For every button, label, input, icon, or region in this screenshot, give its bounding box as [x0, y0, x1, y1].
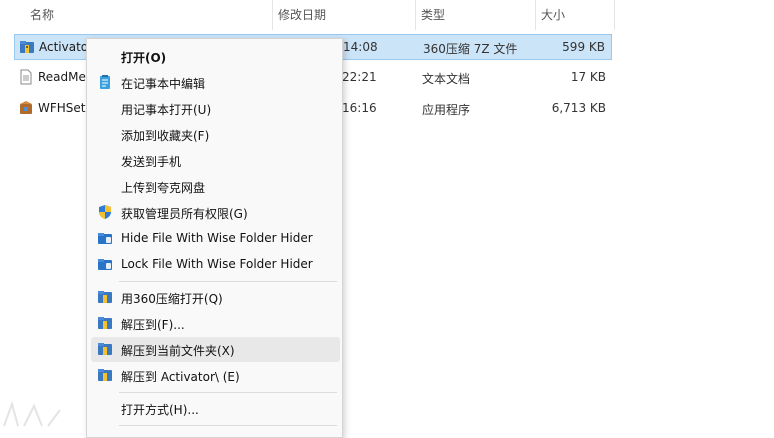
menu-separator — [119, 281, 337, 282]
menu-item-label: 发送到手机 — [121, 155, 182, 169]
menu-item-open-with-360zip[interactable]: 用360压缩打开(Q) — [91, 285, 340, 310]
menu-item-label: 添加到收藏夹(F) — [121, 129, 210, 143]
menu-item-label: 在记事本中编辑 — [121, 77, 206, 91]
menu-item-label: 解压到(F)... — [121, 318, 185, 332]
column-size[interactable]: 大小 — [541, 6, 565, 23]
file-date: 14:08 — [343, 40, 378, 54]
menu-separator — [119, 425, 337, 426]
menu-item-extract-to[interactable]: 解压到(F)... — [91, 311, 340, 336]
file-date: 16:16 — [342, 101, 377, 115]
file-type: 文本文档 — [422, 72, 471, 86]
menu-item-extract-to-folder[interactable]: 解压到 Activator\ (E) — [91, 363, 340, 388]
shield-icon — [99, 205, 111, 219]
text-file-icon — [20, 69, 32, 85]
file-name: WFHSetu — [38, 101, 94, 115]
column-divider[interactable] — [415, 0, 416, 30]
file-type: 360压缩 7Z 文件 — [423, 42, 518, 56]
menu-item-send-to-phone[interactable]: 发送到手机 — [91, 148, 340, 173]
menu-item-lock-file-wise[interactable]: Lock File With Wise Folder Hider — [91, 252, 340, 277]
menu-item-label: 用记事本打开(U) — [121, 103, 212, 117]
file-size: 599 KB — [562, 40, 605, 54]
menu-separator — [119, 392, 337, 393]
column-divider[interactable] — [535, 0, 536, 30]
menu-item-label: Lock File With Wise Folder Hider — [121, 257, 313, 271]
menu-item-label: 打开方式(H)... — [121, 403, 199, 417]
menu-item-label: 获取管理员所有权限(G) — [121, 207, 248, 221]
column-divider[interactable] — [614, 0, 615, 30]
wise-folder-hider-icon — [98, 233, 112, 244]
360-zip-icon — [98, 291, 112, 303]
column-date[interactable]: 修改日期 — [278, 6, 326, 23]
menu-item-open-with[interactable]: 打开方式(H)... — [91, 396, 340, 421]
menu-item-label: 用360压缩打开(Q) — [121, 292, 223, 306]
file-name: Activato — [39, 40, 89, 54]
menu-item-label: 解压到 Activator\ (E) — [121, 370, 240, 384]
column-type[interactable]: 类型 — [421, 6, 445, 23]
360-zip-icon — [98, 369, 112, 381]
menu-item-open-with-notepad[interactable]: 用记事本打开(U) — [91, 96, 340, 121]
column-name[interactable]: 名称 — [30, 6, 54, 23]
notepad-icon — [100, 75, 110, 89]
menu-item-label: 解压到当前文件夹(X) — [121, 344, 235, 358]
360-zip-icon — [98, 317, 112, 329]
file-size: 6,713 KB — [551, 101, 606, 115]
menu-item-add-to-favorites[interactable]: 添加到收藏夹(F) — [91, 122, 340, 147]
file-type: 应用程序 — [422, 103, 471, 117]
menu-item-edit-in-notepad[interactable]: 在记事本中编辑 — [91, 70, 340, 95]
menu-item-label: Hide File With Wise Folder Hider — [121, 231, 313, 245]
menu-item-label: 上传到夸克网盘 — [121, 181, 206, 195]
menu-item-take-ownership[interactable]: 获取管理员所有权限(G) — [91, 200, 340, 225]
file-name: ReadMe — [38, 70, 86, 84]
context-menu: 打开(O) 在记事本中编辑 用记事本打开(U) 添加到收藏夹(F) 发送到手机 … — [86, 38, 343, 438]
watermark-graphic — [3, 400, 61, 427]
file-size: 17 KB — [570, 70, 606, 84]
wise-folder-hider-icon — [98, 259, 112, 270]
menu-item-hide-file-wise[interactable]: Hide File With Wise Folder Hider — [91, 226, 340, 251]
column-header-bar: 名称 ^ 修改日期 类型 大小 — [0, 0, 774, 30]
archive-icon — [20, 41, 34, 53]
installer-icon — [20, 101, 32, 114]
menu-item-extract-here[interactable]: 解压到当前文件夹(X) — [91, 337, 340, 362]
360-zip-icon — [98, 343, 112, 355]
menu-item-open[interactable]: 打开(O) — [91, 44, 340, 69]
menu-item-upload-to-quark[interactable]: 上传到夸克网盘 — [91, 174, 340, 199]
file-date: 22:21 — [342, 70, 377, 84]
column-divider[interactable] — [272, 0, 273, 30]
menu-item-label: 打开(O) — [121, 51, 167, 65]
sort-ascending-icon: ^ — [143, 0, 152, 7]
